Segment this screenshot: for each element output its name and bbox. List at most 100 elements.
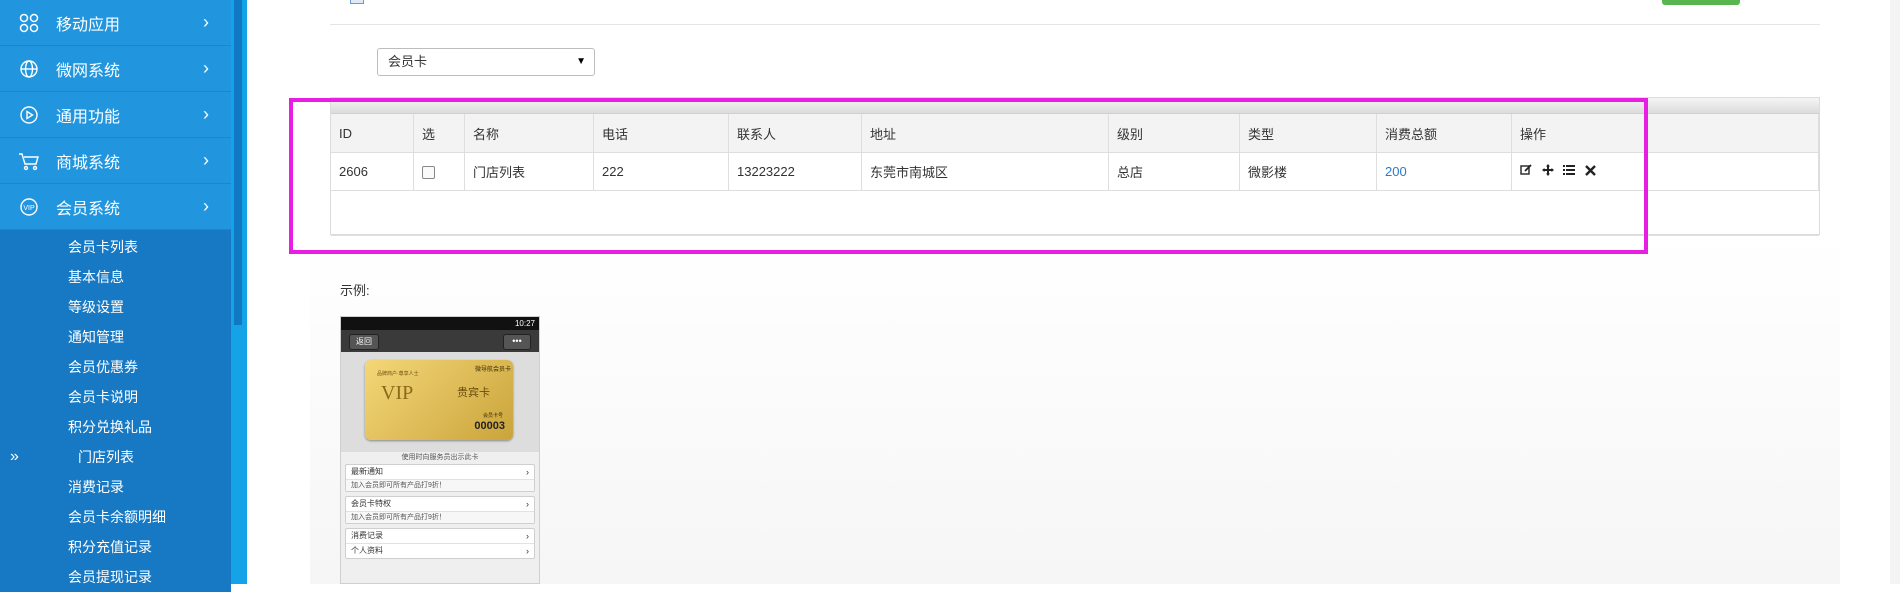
phone-hint: 使用时向服务员出示此卡 [401, 454, 479, 461]
card-number: 00003 [474, 420, 505, 432]
menu-label: 通用功能 [56, 108, 121, 126]
row-checkbox[interactable] [422, 166, 435, 180]
cell-level: 总店 [1108, 152, 1240, 191]
card-select[interactable]: 会员卡 ▼ [377, 48, 595, 76]
svg-text:VIP: VIP [23, 205, 35, 212]
cell-address: 东莞市南城区 [861, 152, 1109, 191]
phone-row-title: 个人资料 [351, 546, 383, 555]
col-phone: 电话 [593, 114, 729, 153]
chevron-right-icon: › [203, 150, 209, 170]
phone-row-desc: 加入会员即可所有产品打9折！ [346, 480, 534, 491]
card-top: 微导航会员卡 [475, 367, 512, 373]
caret-down-icon: ▼ [576, 56, 586, 67]
col-select: 选 [413, 114, 465, 153]
phone-row-title: 最新通知 [351, 467, 383, 476]
menu-label: 会员系统 [56, 200, 121, 218]
card-sub: 品牌商户·尊享人士 [377, 371, 419, 377]
col-total: 消费总额 [1376, 114, 1512, 153]
delete-icon[interactable] [1585, 164, 1596, 179]
table-empty-row [331, 190, 1819, 236]
submenu-item-card-description[interactable]: 会员卡说明 [0, 382, 231, 412]
cart-icon [16, 148, 42, 174]
menu-label: 商城系统 [56, 154, 121, 172]
cell-phone: 222 [593, 152, 729, 191]
cell-actions [1511, 152, 1819, 191]
phone-back-button: 返回 [349, 334, 379, 350]
example-phone-preview: 10:27 返回 ••• 品牌商户·尊享人士 微导航会员卡 VIP 贵宾卡 会员… [340, 316, 540, 584]
list-icon [350, 0, 364, 4]
submenu-item-points-gifts[interactable]: 积分兑换礼品 [0, 412, 231, 442]
col-level: 级别 [1108, 114, 1240, 153]
menu-item-member[interactable]: VIP 会员系统 › [0, 184, 231, 230]
submenu-item-coupons[interactable]: 会员优惠券 [0, 352, 231, 382]
menu-label: 移动应用 [56, 16, 121, 34]
menu-item-general[interactable]: 通用功能 › [0, 92, 231, 138]
table-toolbar [331, 98, 1819, 114]
main-content: 会员卡 ▼ ID 选 名称 电话 联系人 地址 级别 类型 消费总额 操作 26… [310, 0, 1840, 584]
globe-icon [16, 56, 42, 82]
submenu-item-notifications[interactable]: 通知管理 [0, 322, 231, 352]
submenu-item-balance-detail[interactable]: 会员卡余额明细 [0, 502, 231, 532]
double-chevron-right-icon: » [10, 448, 19, 465]
vip-card-image: 品牌商户·尊享人士 微导航会员卡 VIP 贵宾卡 会员卡号 00003 [365, 360, 513, 440]
submenu-item-store-list[interactable]: » 门店列表 [0, 442, 231, 472]
add-button[interactable] [1662, 0, 1740, 5]
phone-more-button: ••• [503, 334, 531, 350]
cell-id: 2606 [331, 152, 414, 191]
submenu-item-card-list[interactable]: 会员卡列表 [0, 232, 231, 262]
chevron-right-icon: › [203, 104, 209, 124]
apps-icon [16, 10, 42, 36]
chevron-right-icon: › [203, 58, 209, 78]
phone-card-area: 品牌商户·尊享人士 微导航会员卡 VIP 贵宾卡 会员卡号 00003 [341, 352, 539, 452]
menu-item-mobile-apps[interactable]: 移动应用 › [0, 0, 231, 46]
phone-row: 消费记录 › 个人资料 › [345, 528, 535, 559]
vip-icon: VIP [16, 194, 42, 220]
col-address: 地址 [861, 114, 1109, 153]
list-icon[interactable] [1563, 164, 1576, 179]
phone-row-desc: 加入会员即可所有产品打9折！ [346, 512, 534, 523]
menu-label: 微网系统 [56, 62, 121, 80]
chevron-right-icon: › [526, 546, 529, 556]
move-icon[interactable] [1541, 164, 1554, 179]
card-vip: VIP [381, 382, 414, 404]
cell-type: 微影楼 [1239, 152, 1377, 191]
chevron-right-icon: › [526, 531, 529, 541]
sidebar: 移动应用 › 微网系统 › 通用功能 › 商城系统 › VIP 会员系统 › 会… [0, 0, 231, 592]
phone-navbar: 返回 ••• [341, 330, 539, 352]
phone-row: 最新通知 › 加入会员即可所有产品打9折！ [345, 464, 535, 492]
cell-name: 门店列表 [464, 152, 594, 191]
sidebar-scrollbar-thumb[interactable] [234, 0, 242, 325]
col-id: ID [331, 114, 414, 153]
total-link[interactable]: 200 [1385, 164, 1407, 179]
right-edge [1890, 0, 1900, 584]
menu-item-micro-site[interactable]: 微网系统 › [0, 46, 231, 92]
chevron-right-icon: › [203, 12, 209, 32]
card-no-label: 会员卡号 [482, 413, 503, 419]
col-contact: 联系人 [728, 114, 862, 153]
play-circle-icon [16, 102, 42, 128]
cell-total: 200 [1376, 152, 1512, 191]
edit-icon[interactable] [1520, 164, 1532, 179]
card-select-value: 会员卡 [388, 54, 428, 69]
menu-item-mall[interactable]: 商城系统 › [0, 138, 231, 184]
panel-header [330, 0, 1820, 25]
submenu-item-level-settings[interactable]: 等级设置 [0, 292, 231, 322]
col-type: 类型 [1239, 114, 1377, 153]
sidebar-scrollbar[interactable] [231, 0, 247, 584]
phone-time: 10:27 [514, 319, 535, 328]
col-name: 名称 [464, 114, 594, 153]
cell-select [413, 152, 465, 191]
member-submenu: 会员卡列表 基本信息 等级设置 通知管理 会员优惠券 会员卡说明 积分兑换礼品 … [0, 230, 231, 592]
submenu-item-consumption[interactable]: 消费记录 [0, 472, 231, 502]
chevron-right-icon: › [526, 499, 529, 509]
example-label: 示例: [340, 283, 370, 298]
card-title: 贵宾卡 [457, 387, 490, 399]
table-row: 2606 门店列表 222 13223222 东莞市南城区 总店 微影楼 200 [331, 152, 1819, 191]
submenu-item-basic-info[interactable]: 基本信息 [0, 262, 231, 292]
phone-status-bar: 10:27 [341, 317, 539, 330]
chevron-right-icon: › [203, 196, 209, 216]
submenu-item-points-recharge[interactable]: 积分充值记录 [0, 532, 231, 562]
phone-row: 会员卡特权 › 加入会员即可所有产品打9折！ [345, 496, 535, 524]
submenu-item-withdrawals[interactable]: 会员提现记录 [0, 562, 231, 592]
col-actions: 操作 [1511, 114, 1819, 153]
